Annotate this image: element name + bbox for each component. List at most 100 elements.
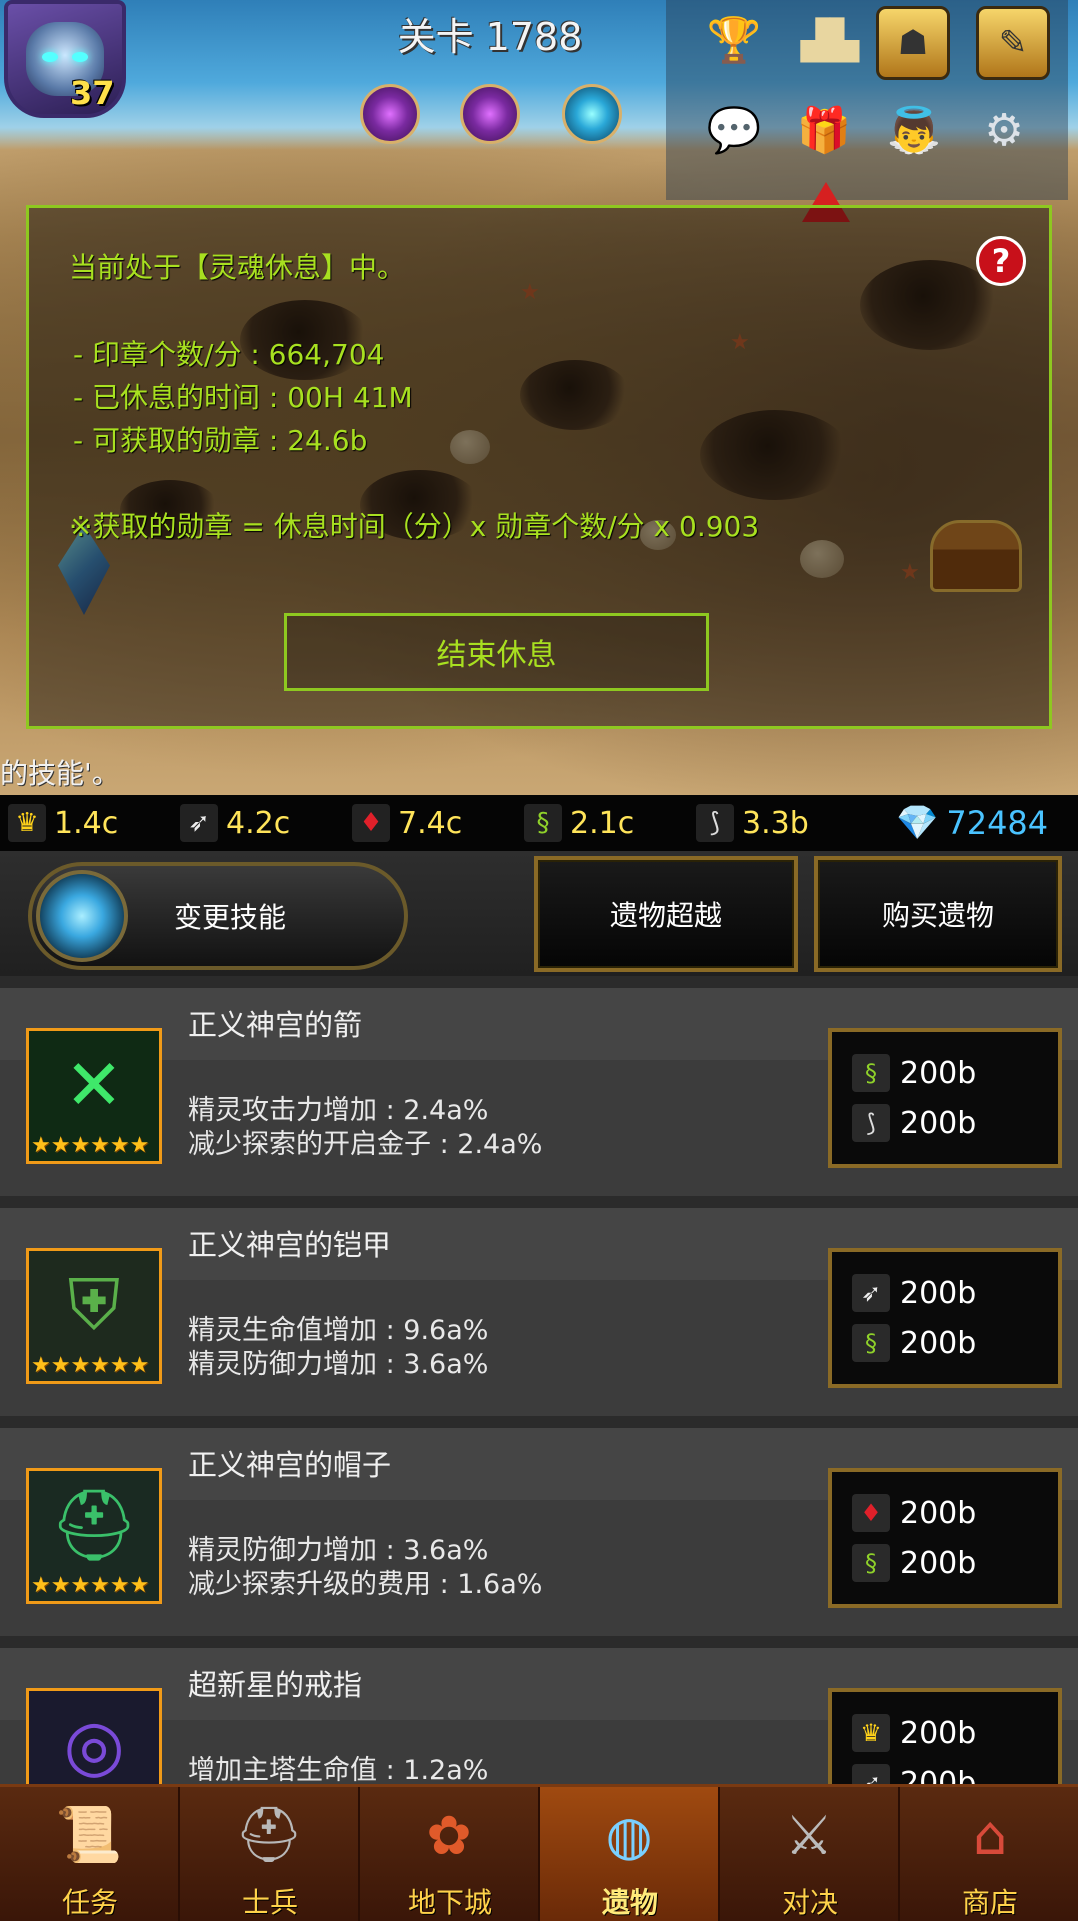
relic-list[interactable]: 正义神宫的箭 ✕ ★★★★★★ 精灵攻击力增加 : 2.4a% 减少探索的开启金… <box>0 976 1078 1784</box>
list-item[interactable]: 正义神宫的铠甲 ⛨ ★★★★★★ 精灵生命值增加 : 9.6a% 精灵防御力增加… <box>0 1208 1078 1416</box>
resource-crown: ♛ 1.4c <box>8 795 118 851</box>
tab-duel[interactable]: ⚔ 对决 <box>720 1787 900 1921</box>
ranking-podium-icon[interactable]: ▟▙ <box>796 6 864 74</box>
scroll-icon: 📜 <box>55 1803 123 1866</box>
buy-relic-button[interactable]: 购买遗物 <box>814 856 1062 972</box>
relic-thumbnail: ⛨ ★★★★★★ <box>26 1248 162 1384</box>
tab-label: 士兵 <box>241 1886 298 1919</box>
claw-icon: ⟆ <box>696 804 734 842</box>
cost-row: ♛ 200b <box>852 1710 976 1756</box>
codex-book-icon[interactable]: ☗ <box>876 6 950 80</box>
buff-purple-icon[interactable] <box>360 84 420 144</box>
relic-name: 正义神宫的箭 <box>188 1008 363 1042</box>
cost-value: 200b <box>900 1715 977 1751</box>
resource-red-gem: ♦ 7.4c <box>352 795 462 851</box>
end-rest-button[interactable]: 结束休息 <box>284 613 709 691</box>
upgrade-cost-button[interactable]: ➶ 200b § 200b <box>828 1248 1062 1388</box>
help-icon[interactable]: ? <box>976 236 1026 286</box>
seals-per-minute: - 印章个数/分 : 664,704 <box>73 338 385 371</box>
news-ticker: 的技能'。 <box>0 757 120 790</box>
relic-effect: 精灵防御力增加 : 3.6a% <box>188 1349 489 1380</box>
resource-value: 2.1c <box>570 805 635 841</box>
tab-dungeon[interactable]: ✿ 地下城 <box>360 1787 540 1921</box>
change-skill-button[interactable]: 变更技能 <box>28 862 408 970</box>
cost-row: ➶ 200b <box>852 1270 976 1316</box>
cost-value: 200b <box>900 1765 977 1785</box>
relic-name: 超新星的戒指 <box>188 1668 363 1702</box>
buff-blue-icon[interactable] <box>562 84 622 144</box>
relic-name: 正义神宫的帽子 <box>188 1448 392 1482</box>
player-level: 37 <box>70 74 115 112</box>
tab-label: 遗物 <box>601 1886 658 1919</box>
tab-shop[interactable]: ⌂ 商店 <box>900 1787 1078 1921</box>
relic-name: 正义神宫的铠甲 <box>188 1228 392 1262</box>
angel-icon[interactable]: 👼 <box>880 96 948 164</box>
obtainable-medals: - 可获取的勋章 : 24.6b <box>73 424 368 457</box>
trophy-icon[interactable]: 🏆 <box>700 6 768 74</box>
tab-quests[interactable]: 📜 任务 <box>0 1787 180 1921</box>
tab-label: 对决 <box>781 1886 838 1919</box>
upgrade-cost-button[interactable]: § 200b ⟆ 200b <box>828 1028 1062 1168</box>
rating-stars: ★★★★★★ <box>31 1353 150 1378</box>
relic-effect: 减少探索升级的费用 : 1.6a% <box>188 1569 543 1600</box>
resource-value: 3.3b <box>742 805 809 841</box>
tab-soldiers[interactable]: ⛑ 士兵 <box>180 1787 360 1921</box>
relic-thumbnail: ◎ ★★★★★★ <box>26 1688 162 1784</box>
upgrade-cost-button[interactable]: ♛ 200b ➶ 200b <box>828 1688 1062 1784</box>
cost-row: § 200b <box>852 1540 976 1586</box>
relic-thumbnail: ✕ ★★★★★★ <box>26 1028 162 1164</box>
helmet-icon: ⛑ <box>49 1483 139 1566</box>
medal-formula: ※获取的勋章 = 休息时间（分）x 勋章个数/分 x 0.903 <box>69 510 760 543</box>
red-gem-icon: ♦ <box>352 804 390 842</box>
armor-icon: ⛨ <box>67 1263 121 1346</box>
feather-icon: ➶ <box>852 1764 890 1784</box>
crown-icon: ♛ <box>8 804 46 842</box>
vine-icon: § <box>852 1054 890 1092</box>
vine-icon: § <box>852 1324 890 1362</box>
gem-value: 72484 <box>946 804 1049 842</box>
cost-value: 200b <box>900 1055 977 1091</box>
ring-icon: ◎ <box>63 1704 125 1784</box>
crossed-arrows-icon: ✕ <box>64 1044 124 1126</box>
resource-bar: ♛ 1.4c ➶ 4.2c ♦ 7.4c § 2.1c ⟆ 3.3b 💎 724… <box>0 795 1078 851</box>
rating-stars: ★★★★★★ <box>31 1573 150 1598</box>
crossed-swords-icon: ⚔ <box>784 1803 834 1867</box>
gear-icon[interactable]: ⚙ <box>970 96 1038 164</box>
list-item[interactable]: 正义神宫的箭 ✕ ★★★★★★ 精灵攻击力增加 : 2.4a% 减少探索的开启金… <box>0 988 1078 1196</box>
feather-icon: ➶ <box>180 804 218 842</box>
claw-icon: ⟆ <box>852 1104 890 1142</box>
cost-row: ⟆ 200b <box>852 1100 976 1146</box>
resource-feather: ➶ 4.2c <box>180 795 290 851</box>
resource-value: 7.4c <box>398 805 463 841</box>
list-item[interactable]: 超新星的戒指 ◎ ★★★★★★ 增加主塔生命值 : 1.2a% ♛ 200b ➶… <box>0 1648 1078 1784</box>
tab-label: 地下城 <box>407 1886 492 1919</box>
quest-book-icon[interactable]: ✎ <box>976 6 1050 80</box>
rest-time: - 已休息的时间 : 00H 41M <box>73 381 413 414</box>
cost-value: 200b <box>900 1545 977 1581</box>
resource-value: 1.4c <box>54 805 119 841</box>
relic-effect: 增加主塔生命值 : 1.2a% <box>188 1755 489 1784</box>
flower-monster-icon: ✿ <box>426 1803 472 1867</box>
cost-value: 200b <box>900 1325 977 1361</box>
list-item[interactable]: 正义神宫的帽子 ⛑ ★★★★★★ 精灵防御力增加 : 3.6a% 减少探索升级的… <box>0 1428 1078 1636</box>
tab-relics[interactable]: ◍ 遗物 <box>540 1787 720 1921</box>
change-skill-label: 变更技能 <box>174 901 287 934</box>
tab-label: 商店 <box>961 1886 1018 1919</box>
relic-actions-row: 变更技能 遗物超越 购买遗物 <box>0 851 1078 976</box>
buff-purple-icon[interactable] <box>460 84 520 144</box>
rest-status: 当前处于【灵魂休息】中。 <box>69 251 406 284</box>
relic-transcend-button[interactable]: 遗物超越 <box>534 856 798 972</box>
ring-icon: ◍ <box>605 1803 653 1867</box>
cost-value: 200b <box>900 1495 977 1531</box>
cost-value: 200b <box>900 1105 977 1141</box>
rating-stars: ★★★★★★ <box>31 1133 150 1158</box>
gem-counter[interactable]: 💎 72484 <box>896 795 1048 851</box>
shop-icon: ⌂ <box>972 1803 1008 1867</box>
gift-box-icon[interactable]: 🎁 <box>790 96 858 164</box>
cost-value: 200b <box>900 1275 977 1311</box>
crown-icon: ♛ <box>852 1714 890 1752</box>
chat-icon[interactable]: 💬 <box>700 96 768 164</box>
stage-title: 关卡 1788 <box>397 15 583 59</box>
bottom-nav: 📜 任务 ⛑ 士兵 ✿ 地下城 ◍ 遗物 ⚔ 对决 ⌂ 商店 <box>0 1784 1078 1921</box>
upgrade-cost-button[interactable]: ♦ 200b § 200b <box>828 1468 1062 1608</box>
